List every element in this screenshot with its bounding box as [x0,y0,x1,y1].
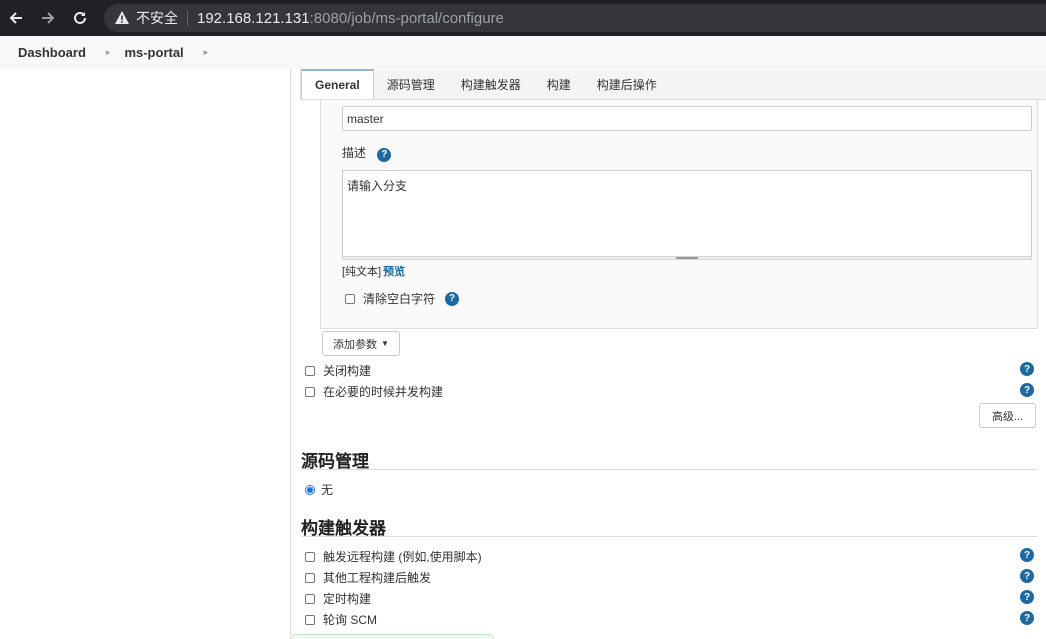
trigger-cron-label: 定时构建 [323,592,372,606]
tab-general[interactable]: General [301,69,374,99]
url-host: 192.168.121.131 [197,9,310,27]
back-button[interactable] [0,0,32,36]
arrow-left-icon [9,12,22,24]
help-icon[interactable]: ? [1020,569,1034,583]
concurrent-build-label: 在必要的时候并发构建 [323,385,444,399]
tab-triggers[interactable]: 构建触发器 [448,70,534,99]
help-icon[interactable]: ? [1020,611,1034,625]
help-icon[interactable]: ? [377,147,392,162]
trigger-upstream-option[interactable]: 其他工程构建后触发 [305,569,431,586]
help-icon[interactable]: ? [1020,590,1034,604]
disable-build-option[interactable]: 关闭构建 [305,362,371,379]
tab-build[interactable]: 构建 [534,70,584,99]
save-bar-edge [291,634,494,639]
textarea-resize-handle[interactable] [342,256,1032,260]
disable-build-label: 关闭构建 [323,364,372,378]
section-divider [301,536,1038,537]
browser-toolbar: 不安全 192.168.121.131:8080/job/ms-portal/c… [0,0,1046,36]
address-bar[interactable]: 不安全 192.168.121.131:8080/job/ms-portal/c… [104,4,1046,32]
string-parameter-box: master 描述 ? 请输入分支 [纯文本] 预览 清除空白字符 ? [320,100,1038,329]
preview-link[interactable]: 预览 [383,266,405,278]
concurrent-build-checkbox[interactable] [305,386,315,397]
default-value-input[interactable]: master [342,106,1032,131]
tab-scm[interactable]: 源码管理 [374,70,448,99]
config-tabs: General 源码管理 构建触发器 构建 构建后操作 [300,69,1046,100]
breadcrumb-job[interactable]: ms-portal [124,45,183,60]
advanced-button[interactable]: 高级... [979,403,1036,428]
trim-checkbox[interactable] [345,293,355,304]
grip-icon [676,257,698,259]
plain-text-label: [纯文本] [342,266,382,278]
url-path: :8080/job/ms-portal/configure [309,9,504,27]
chevron-right-icon[interactable]: ▸ [204,47,209,58]
chevron-right-icon[interactable]: ▸ [106,47,111,58]
reload-icon [74,11,86,24]
trigger-cron-option[interactable]: 定时构建 [305,590,371,607]
description-textarea[interactable]: 请输入分支 [342,170,1032,257]
insecure-label: 不安全 [136,10,178,26]
format-hint: [纯文本] 预览 [342,263,405,279]
scm-none-radio[interactable] [305,484,315,495]
config-panel: General 源码管理 构建触发器 构建 构建后操作 master 描述 ? … [290,69,1046,639]
breadcrumb: Dashboard ▸ ms-portal ▸ [0,36,1046,69]
warning-icon [115,11,129,24]
trigger-poll-scm-option[interactable]: 轮询 SCM [305,611,377,628]
section-divider [301,469,1038,470]
scm-none-option[interactable]: 无 [305,481,333,498]
description-label: 描述 ? [342,144,392,162]
add-parameter-label: 添加参数 [333,338,378,351]
concurrent-build-option[interactable]: 在必要的时候并发构建 [305,383,443,400]
trigger-upstream-checkbox[interactable] [305,572,315,583]
add-parameter-button[interactable]: 添加参数 ▼ [322,331,400,356]
help-icon[interactable]: ? [445,291,460,306]
tab-post-build[interactable]: 构建后操作 [584,70,670,99]
help-icon[interactable]: ? [1020,383,1034,397]
trigger-upstream-label: 其他工程构建后触发 [323,571,432,585]
trigger-poll-scm-checkbox[interactable] [305,614,315,625]
trigger-remote-checkbox[interactable] [305,551,315,562]
scm-none-label: 无 [321,483,334,497]
caret-down-icon: ▼ [381,339,389,348]
trim-option[interactable]: 清除空白字符 ? [345,290,460,307]
trim-label: 清除空白字符 [363,292,436,306]
trigger-remote-label: 触发远程构建 (例如,使用脚本) [323,550,482,564]
help-icon[interactable]: ? [1020,362,1034,376]
breadcrumb-dashboard[interactable]: Dashboard [18,45,86,60]
forward-button[interactable] [32,0,64,36]
url-divider [187,10,188,26]
reload-button[interactable] [64,0,96,36]
help-icon[interactable]: ? [1020,548,1034,562]
description-label-text: 描述 [342,146,367,160]
disable-build-checkbox[interactable] [305,365,315,376]
trigger-cron-checkbox[interactable] [305,593,315,604]
trigger-remote-option[interactable]: 触发远程构建 (例如,使用脚本) [305,548,482,565]
trigger-poll-scm-label: 轮询 SCM [323,613,378,627]
arrow-right-icon [42,12,55,24]
